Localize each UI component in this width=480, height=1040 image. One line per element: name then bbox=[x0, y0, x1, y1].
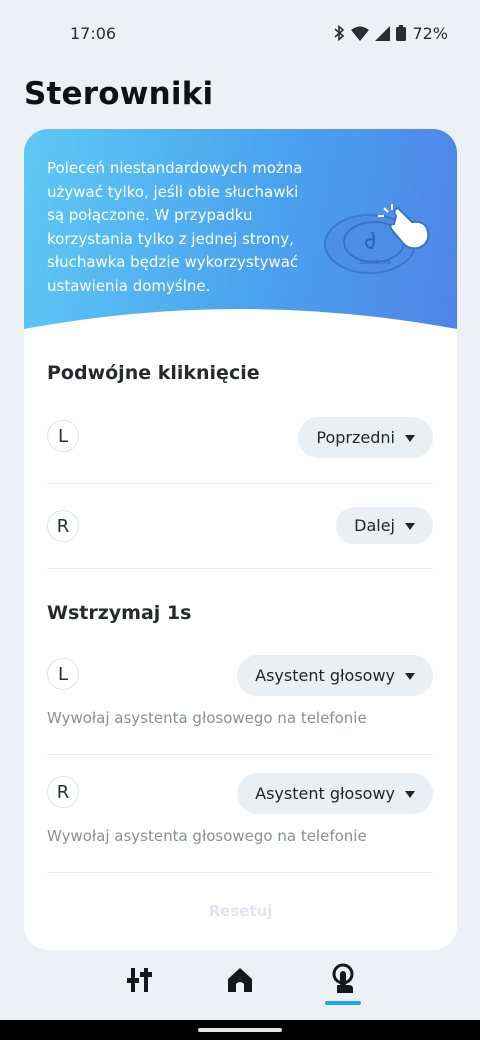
battery-level: 72% bbox=[412, 23, 448, 43]
earbuds-brand-label: soundcore bbox=[360, 259, 392, 266]
dropdown-value: Dalej bbox=[354, 516, 395, 535]
dropdown-value: Asystent głosowy bbox=[255, 784, 395, 803]
divider bbox=[47, 872, 433, 873]
home-icon bbox=[225, 965, 255, 999]
caret-down-icon bbox=[405, 522, 415, 530]
page-title: Sterowniki bbox=[24, 76, 214, 112]
earbuds-touch-icon: soundcore bbox=[322, 204, 432, 284]
divider bbox=[47, 483, 433, 484]
dropdown-value: Asystent głosowy bbox=[255, 666, 395, 685]
banner-text: Poleceń niestandardowych można używać ty… bbox=[47, 159, 303, 295]
divider bbox=[47, 568, 433, 569]
nav-home[interactable] bbox=[222, 964, 258, 1000]
active-tab-indicator bbox=[325, 1001, 361, 1005]
double-click-left-side-badge: L bbox=[47, 420, 79, 452]
status-bar: 17:06 72% bbox=[0, 0, 480, 66]
double-click-left-action-dropdown[interactable]: Poprzedni bbox=[298, 417, 433, 458]
double-click-title: Podwójne kliknięcie bbox=[47, 362, 260, 384]
nav-equalizer[interactable] bbox=[122, 964, 158, 1000]
signal-icon bbox=[375, 25, 391, 41]
banner-curve bbox=[24, 309, 457, 335]
caret-down-icon bbox=[405, 434, 415, 442]
touch-control-icon bbox=[327, 963, 359, 1001]
hold-left-action-dropdown[interactable]: Asystent głosowy bbox=[237, 655, 433, 696]
nav-touch-controls[interactable] bbox=[325, 963, 361, 1001]
status-time: 17:06 bbox=[70, 23, 117, 43]
hold-right-action-dropdown[interactable]: Asystent głosowy bbox=[237, 773, 433, 814]
info-banner: Poleceń niestandardowych można używać ty… bbox=[24, 129, 457, 335]
wifi-icon bbox=[351, 26, 370, 41]
system-navigation-bar bbox=[0, 1020, 480, 1040]
hold-left-side-badge: L bbox=[47, 658, 79, 690]
controls-card: Poleceń niestandardowych można używać ty… bbox=[24, 129, 457, 950]
double-click-right-side-badge: R bbox=[47, 510, 79, 542]
reset-button[interactable]: Resetuj bbox=[24, 902, 457, 920]
bluetooth-icon bbox=[333, 25, 345, 41]
battery-icon bbox=[396, 25, 407, 41]
dropdown-value: Poprzedni bbox=[316, 428, 395, 447]
hold-right-side-badge: R bbox=[47, 776, 79, 808]
bottom-nav bbox=[0, 950, 480, 1020]
caret-down-icon bbox=[405, 672, 415, 680]
home-gesture-handle[interactable] bbox=[198, 1028, 282, 1032]
divider bbox=[47, 754, 433, 755]
status-icons: 72% bbox=[333, 24, 448, 43]
caret-down-icon bbox=[405, 790, 415, 798]
hold-title: Wstrzymaj 1s bbox=[47, 602, 192, 624]
hold-right-description: Wywołaj asystenta głosowego na telefonie bbox=[47, 827, 367, 845]
double-click-right-action-dropdown[interactable]: Dalej bbox=[336, 507, 433, 544]
hold-left-description: Wywołaj asystenta głosowego na telefonie bbox=[47, 709, 367, 727]
equalizer-icon bbox=[125, 965, 155, 999]
